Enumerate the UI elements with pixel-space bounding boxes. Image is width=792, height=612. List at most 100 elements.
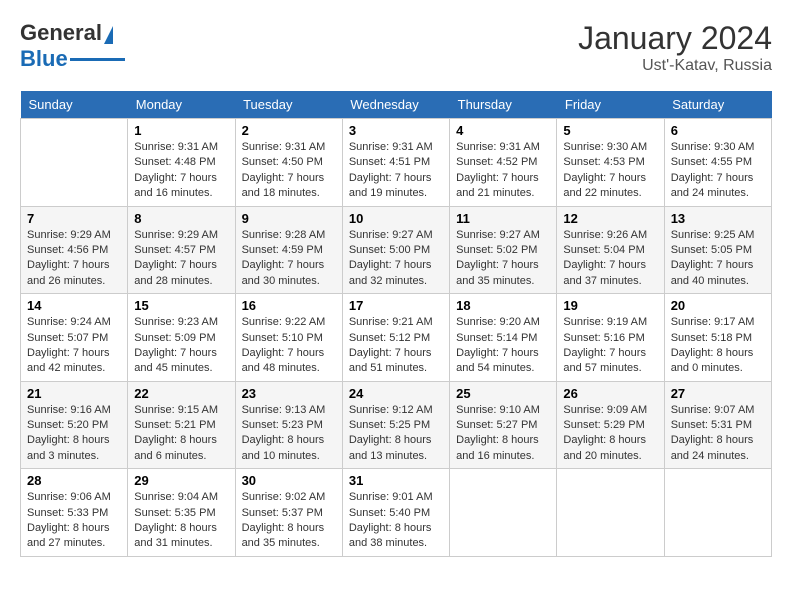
sunset-label: Sunset: 4:55 PM xyxy=(671,156,752,168)
day-number: 11 xyxy=(456,211,550,226)
day-info: Sunrise: 9:27 AM Sunset: 5:02 PM Dayligh… xyxy=(456,228,550,290)
sunrise-label: Sunrise: 9:16 AM xyxy=(27,404,111,416)
sunrise-label: Sunrise: 9:26 AM xyxy=(563,229,647,241)
logo: General Blue xyxy=(20,20,125,72)
calendar-cell: 6 Sunrise: 9:30 AM Sunset: 4:55 PM Dayli… xyxy=(664,119,771,207)
logo-triangle-icon xyxy=(104,26,113,44)
calendar-cell: 4 Sunrise: 9:31 AM Sunset: 4:52 PM Dayli… xyxy=(450,119,557,207)
sunset-label: Sunset: 5:16 PM xyxy=(563,332,644,344)
sunrise-label: Sunrise: 9:09 AM xyxy=(563,404,647,416)
calendar-cell xyxy=(664,469,771,557)
location-subtitle: Ust'-Katav, Russia xyxy=(578,57,772,75)
calendar-week-2: 7 Sunrise: 9:29 AM Sunset: 4:56 PM Dayli… xyxy=(21,206,772,294)
sunset-label: Sunset: 4:57 PM xyxy=(134,244,215,256)
sunset-label: Sunset: 4:56 PM xyxy=(27,244,108,256)
day-number: 29 xyxy=(134,473,228,488)
sunset-label: Sunset: 5:37 PM xyxy=(242,507,323,519)
day-info: Sunrise: 9:12 AM Sunset: 5:25 PM Dayligh… xyxy=(349,403,443,465)
daylight-label: Daylight: 8 hours and 3 minutes. xyxy=(27,434,110,461)
sunset-label: Sunset: 4:53 PM xyxy=(563,156,644,168)
sunrise-label: Sunrise: 9:27 AM xyxy=(456,229,540,241)
day-info: Sunrise: 9:13 AM Sunset: 5:23 PM Dayligh… xyxy=(242,403,336,465)
calendar-cell: 25 Sunrise: 9:10 AM Sunset: 5:27 PM Dayl… xyxy=(450,381,557,469)
daylight-label: Daylight: 8 hours and 6 minutes. xyxy=(134,434,217,461)
day-number: 31 xyxy=(349,473,443,488)
title-area: January 2024 Ust'-Katav, Russia xyxy=(578,20,772,75)
sunset-label: Sunset: 5:31 PM xyxy=(671,419,752,431)
calendar-cell: 20 Sunrise: 9:17 AM Sunset: 5:18 PM Dayl… xyxy=(664,294,771,382)
sunrise-label: Sunrise: 9:31 AM xyxy=(349,141,433,153)
sunrise-label: Sunrise: 9:30 AM xyxy=(671,141,755,153)
calendar-cell: 5 Sunrise: 9:30 AM Sunset: 4:53 PM Dayli… xyxy=(557,119,664,207)
daylight-label: Daylight: 8 hours and 20 minutes. xyxy=(563,434,646,461)
calendar-cell: 28 Sunrise: 9:06 AM Sunset: 5:33 PM Dayl… xyxy=(21,469,128,557)
calendar-cell: 14 Sunrise: 9:24 AM Sunset: 5:07 PM Dayl… xyxy=(21,294,128,382)
daylight-label: Daylight: 7 hours and 48 minutes. xyxy=(242,347,325,374)
calendar-week-3: 14 Sunrise: 9:24 AM Sunset: 5:07 PM Dayl… xyxy=(21,294,772,382)
day-info: Sunrise: 9:31 AM Sunset: 4:48 PM Dayligh… xyxy=(134,140,228,202)
calendar-cell: 27 Sunrise: 9:07 AM Sunset: 5:31 PM Dayl… xyxy=(664,381,771,469)
calendar-week-1: 1 Sunrise: 9:31 AM Sunset: 4:48 PM Dayli… xyxy=(21,119,772,207)
day-info: Sunrise: 9:31 AM Sunset: 4:52 PM Dayligh… xyxy=(456,140,550,202)
calendar-cell: 9 Sunrise: 9:28 AM Sunset: 4:59 PM Dayli… xyxy=(235,206,342,294)
day-number: 5 xyxy=(563,123,657,138)
day-info: Sunrise: 9:21 AM Sunset: 5:12 PM Dayligh… xyxy=(349,315,443,377)
sunset-label: Sunset: 5:23 PM xyxy=(242,419,323,431)
weekday-header-friday: Friday xyxy=(557,91,664,119)
day-number: 26 xyxy=(563,386,657,401)
sunrise-label: Sunrise: 9:24 AM xyxy=(27,316,111,328)
day-info: Sunrise: 9:19 AM Sunset: 5:16 PM Dayligh… xyxy=(563,315,657,377)
daylight-label: Daylight: 7 hours and 42 minutes. xyxy=(27,347,110,374)
logo-blue-text: Blue xyxy=(20,46,68,72)
weekday-header-monday: Monday xyxy=(128,91,235,119)
day-info: Sunrise: 9:31 AM Sunset: 4:50 PM Dayligh… xyxy=(242,140,336,202)
calendar-cell: 3 Sunrise: 9:31 AM Sunset: 4:51 PM Dayli… xyxy=(342,119,449,207)
sunset-label: Sunset: 5:07 PM xyxy=(27,332,108,344)
calendar-cell xyxy=(450,469,557,557)
daylight-label: Daylight: 7 hours and 28 minutes. xyxy=(134,259,217,286)
calendar-cell xyxy=(557,469,664,557)
daylight-label: Daylight: 7 hours and 37 minutes. xyxy=(563,259,646,286)
sunrise-label: Sunrise: 9:06 AM xyxy=(27,491,111,503)
calendar-cell: 10 Sunrise: 9:27 AM Sunset: 5:00 PM Dayl… xyxy=(342,206,449,294)
sunrise-label: Sunrise: 9:02 AM xyxy=(242,491,326,503)
page-header: General Blue January 2024 Ust'-Katav, Ru… xyxy=(20,20,772,75)
sunset-label: Sunset: 5:18 PM xyxy=(671,332,752,344)
day-info: Sunrise: 9:02 AM Sunset: 5:37 PM Dayligh… xyxy=(242,490,336,552)
daylight-label: Daylight: 7 hours and 32 minutes. xyxy=(349,259,432,286)
sunrise-label: Sunrise: 9:17 AM xyxy=(671,316,755,328)
day-number: 18 xyxy=(456,298,550,313)
day-info: Sunrise: 9:15 AM Sunset: 5:21 PM Dayligh… xyxy=(134,403,228,465)
weekday-header-thursday: Thursday xyxy=(450,91,557,119)
sunrise-label: Sunrise: 9:20 AM xyxy=(456,316,540,328)
daylight-label: Daylight: 8 hours and 31 minutes. xyxy=(134,522,217,549)
sunrise-label: Sunrise: 9:01 AM xyxy=(349,491,433,503)
sunset-label: Sunset: 5:27 PM xyxy=(456,419,537,431)
sunrise-label: Sunrise: 9:29 AM xyxy=(134,229,218,241)
calendar-cell: 26 Sunrise: 9:09 AM Sunset: 5:29 PM Dayl… xyxy=(557,381,664,469)
day-info: Sunrise: 9:31 AM Sunset: 4:51 PM Dayligh… xyxy=(349,140,443,202)
day-number: 7 xyxy=(27,211,121,226)
day-number: 3 xyxy=(349,123,443,138)
month-year-title: January 2024 xyxy=(578,20,772,57)
day-info: Sunrise: 9:30 AM Sunset: 4:55 PM Dayligh… xyxy=(671,140,765,202)
logo-underline xyxy=(70,58,125,61)
day-info: Sunrise: 9:07 AM Sunset: 5:31 PM Dayligh… xyxy=(671,403,765,465)
calendar-cell: 31 Sunrise: 9:01 AM Sunset: 5:40 PM Dayl… xyxy=(342,469,449,557)
day-number: 12 xyxy=(563,211,657,226)
day-info: Sunrise: 9:29 AM Sunset: 4:57 PM Dayligh… xyxy=(134,228,228,290)
daylight-label: Daylight: 8 hours and 24 minutes. xyxy=(671,434,754,461)
sunrise-label: Sunrise: 9:31 AM xyxy=(456,141,540,153)
day-info: Sunrise: 9:17 AM Sunset: 5:18 PM Dayligh… xyxy=(671,315,765,377)
calendar-cell xyxy=(21,119,128,207)
day-number: 27 xyxy=(671,386,765,401)
weekday-header-row: SundayMondayTuesdayWednesdayThursdayFrid… xyxy=(21,91,772,119)
sunrise-label: Sunrise: 9:04 AM xyxy=(134,491,218,503)
sunset-label: Sunset: 5:29 PM xyxy=(563,419,644,431)
weekday-header-saturday: Saturday xyxy=(664,91,771,119)
calendar-cell: 21 Sunrise: 9:16 AM Sunset: 5:20 PM Dayl… xyxy=(21,381,128,469)
day-info: Sunrise: 9:28 AM Sunset: 4:59 PM Dayligh… xyxy=(242,228,336,290)
day-number: 2 xyxy=(242,123,336,138)
day-info: Sunrise: 9:24 AM Sunset: 5:07 PM Dayligh… xyxy=(27,315,121,377)
day-number: 10 xyxy=(349,211,443,226)
